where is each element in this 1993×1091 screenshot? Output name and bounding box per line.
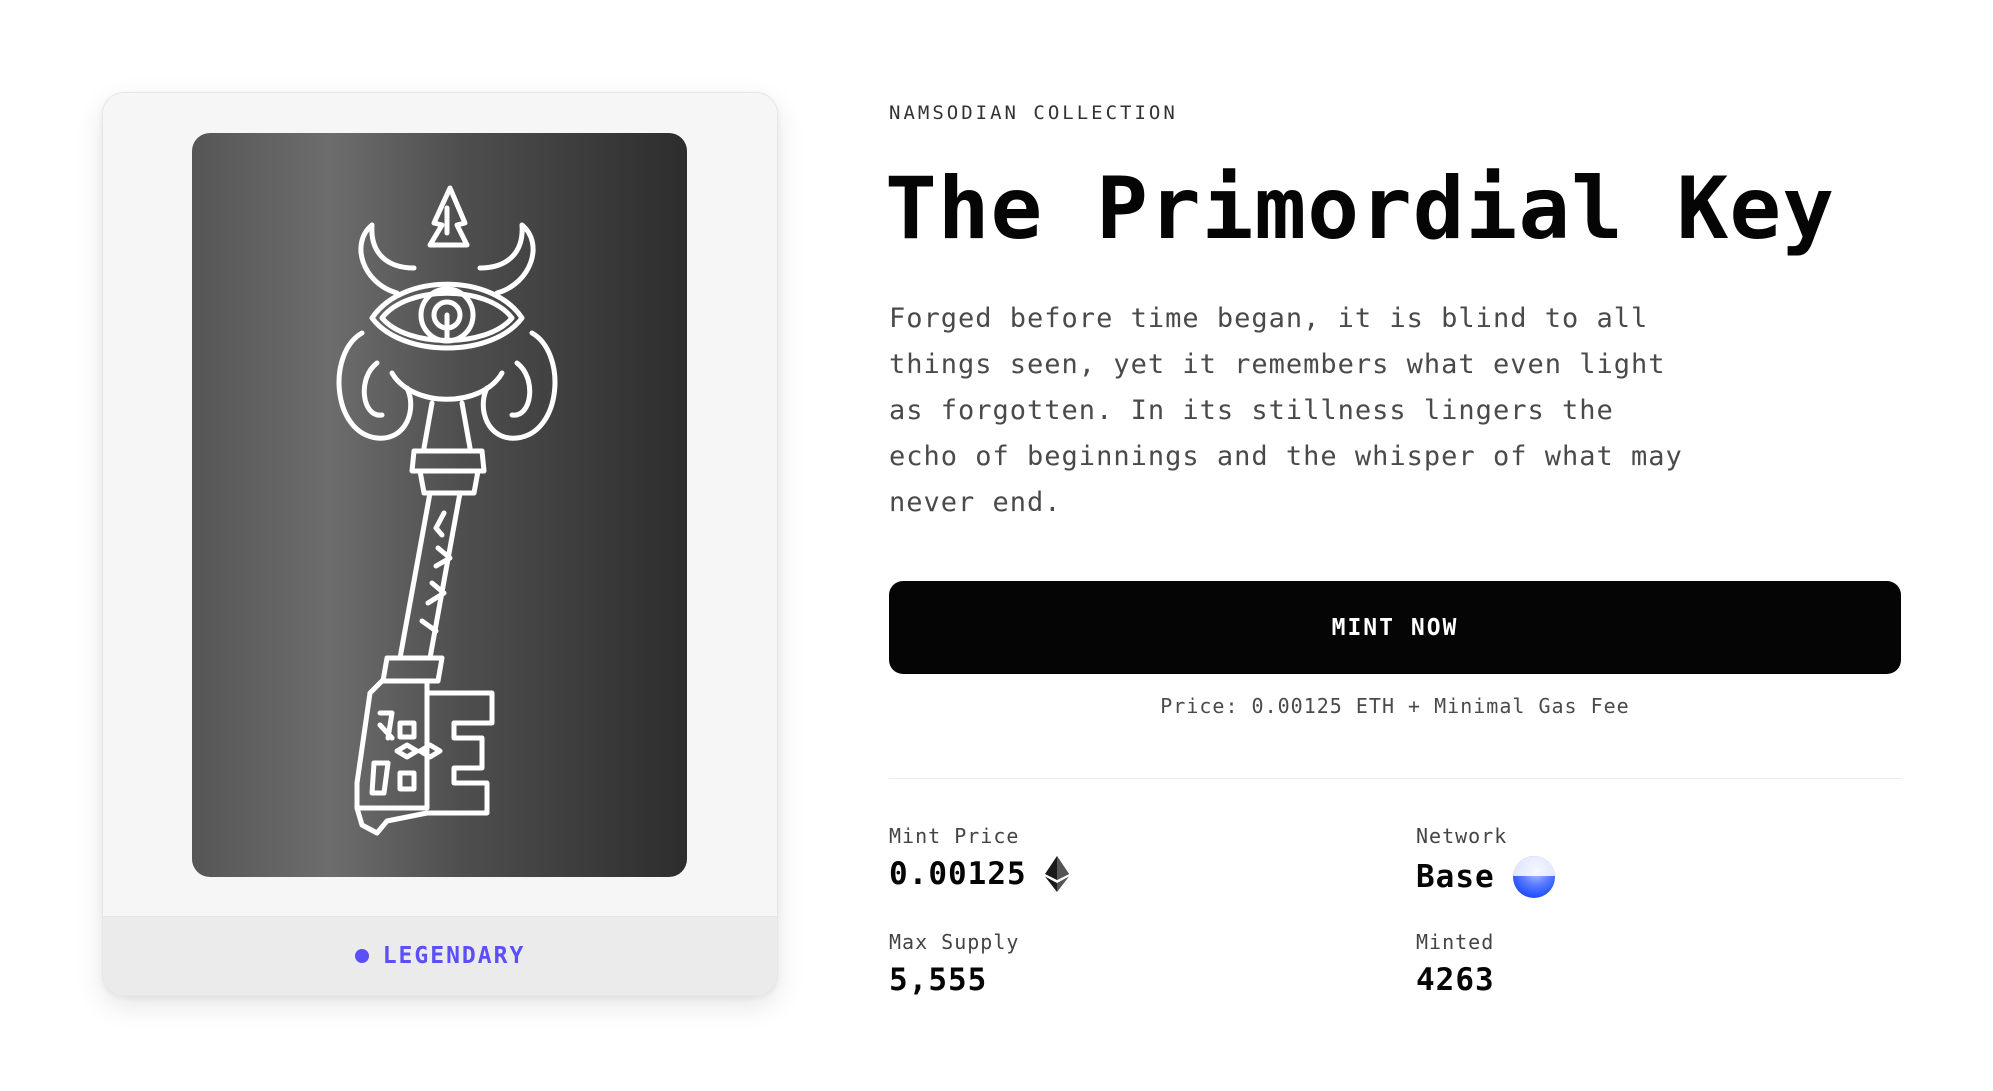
stat-mint-price: Mint Price 0.00125 — [889, 824, 1069, 892]
base-network-icon — [1512, 856, 1555, 898]
max-supply-value: 5,555 — [889, 962, 988, 998]
network-value: Base — [1416, 859, 1495, 895]
divider — [889, 778, 1901, 779]
ethereum-icon — [1044, 856, 1069, 892]
stat-max-supply: Max Supply 5,555 — [889, 930, 1019, 998]
stat-minted: Minted 4263 — [1416, 930, 1495, 998]
price-note: Price: 0.00125 ETH + Minimal Gas Fee — [1160, 694, 1630, 718]
collection-name: NAMSODIAN COLLECTION — [889, 102, 1178, 124]
mint-price-value: 0.00125 — [889, 856, 1027, 892]
stat-label: Network — [1416, 824, 1508, 848]
minted-value: 4263 — [1416, 962, 1495, 998]
stat-value: 0.00125 — [889, 856, 1069, 892]
stat-value: Base — [1416, 856, 1555, 898]
key-illustration-icon — [336, 185, 558, 836]
stat-label: Minted — [1416, 930, 1495, 954]
stat-value: 5,555 — [889, 962, 1019, 998]
stat-label: Mint Price — [889, 824, 1020, 848]
rarity-dot-icon — [354, 949, 369, 963]
rarity-bar: LEGENDARY — [103, 916, 777, 995]
stat-network: Network Base — [1416, 824, 1555, 898]
nft-description: Forged before time began, it is blind to… — [889, 303, 1683, 518]
mint-now-button[interactable]: MINT NOW — [889, 581, 1901, 674]
nft-image — [192, 133, 687, 877]
nft-title: The Primordial Key — [885, 159, 1835, 259]
nft-card: LEGENDARY — [102, 92, 778, 996]
stat-value: 4263 — [1416, 962, 1495, 998]
rarity-label: LEGENDARY — [382, 943, 526, 969]
stat-label: Max Supply — [889, 930, 1020, 954]
